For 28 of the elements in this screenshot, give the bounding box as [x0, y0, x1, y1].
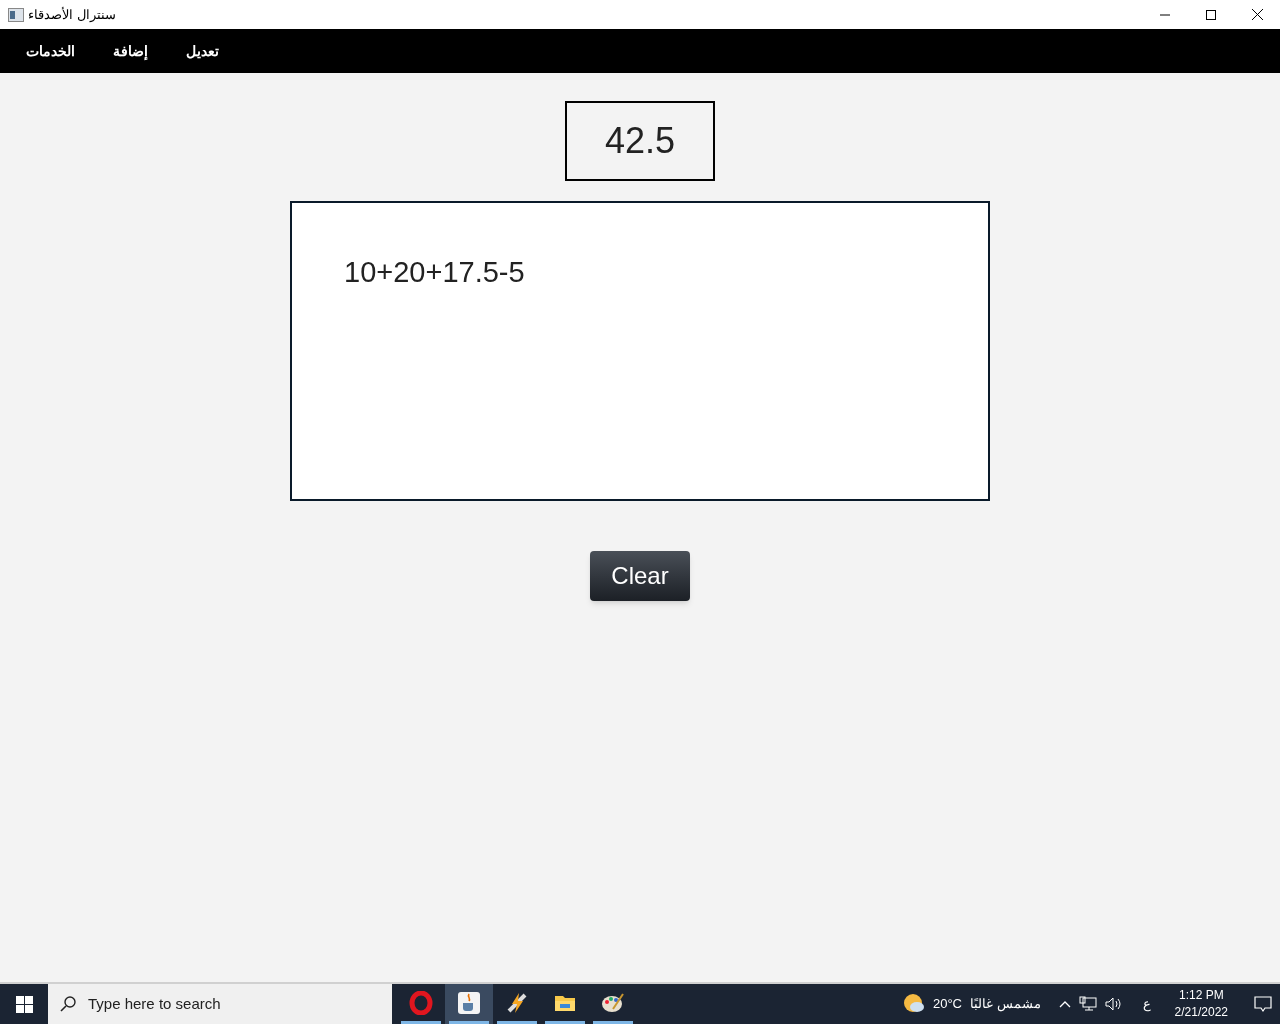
menu-item[interactable]: إضافة — [113, 40, 148, 62]
weather-condition: مشمس غالبًا — [970, 995, 1041, 1014]
network-icon[interactable] — [1078, 996, 1097, 1012]
app-icon — [8, 7, 24, 22]
maximize-icon — [1206, 9, 1216, 20]
window-title: سنترال الأصدقاء — [28, 5, 116, 24]
close-icon — [1251, 9, 1263, 20]
notification-icon[interactable] — [1254, 995, 1272, 1013]
result-display: 42.5 — [565, 101, 715, 181]
language-indicator[interactable]: ع — [1142, 994, 1151, 1014]
taskbar-app[interactable] — [445, 984, 493, 1024]
cup-icon — [457, 990, 481, 1015]
expression-field[interactable]: 10+20+17.5-5 — [290, 201, 990, 501]
clear-button[interactable]: Clear — [590, 551, 690, 601]
search-field[interactable]: Type here to search — [48, 984, 392, 1024]
sun-cloud-icon — [902, 993, 925, 1015]
ring-icon — [409, 990, 433, 1015]
search-icon — [60, 996, 76, 1012]
menu-item[interactable]: تعديل — [186, 40, 219, 62]
clock[interactable]: 1:12 PM 2/21/2022 — [1170, 987, 1232, 1021]
clock-time: 1:12 PM — [1178, 987, 1224, 1004]
clock-date: 2/21/2022 — [1174, 1004, 1228, 1021]
menu-item[interactable]: الخدمات — [26, 40, 75, 62]
chevron-up-icon[interactable] — [1058, 1000, 1071, 1008]
speaker-icon[interactable] — [1104, 996, 1123, 1012]
windows-icon — [15, 995, 33, 1013]
search-placeholder: Type here to search — [88, 993, 221, 1014]
weather-temperature: 20°C — [932, 995, 962, 1014]
